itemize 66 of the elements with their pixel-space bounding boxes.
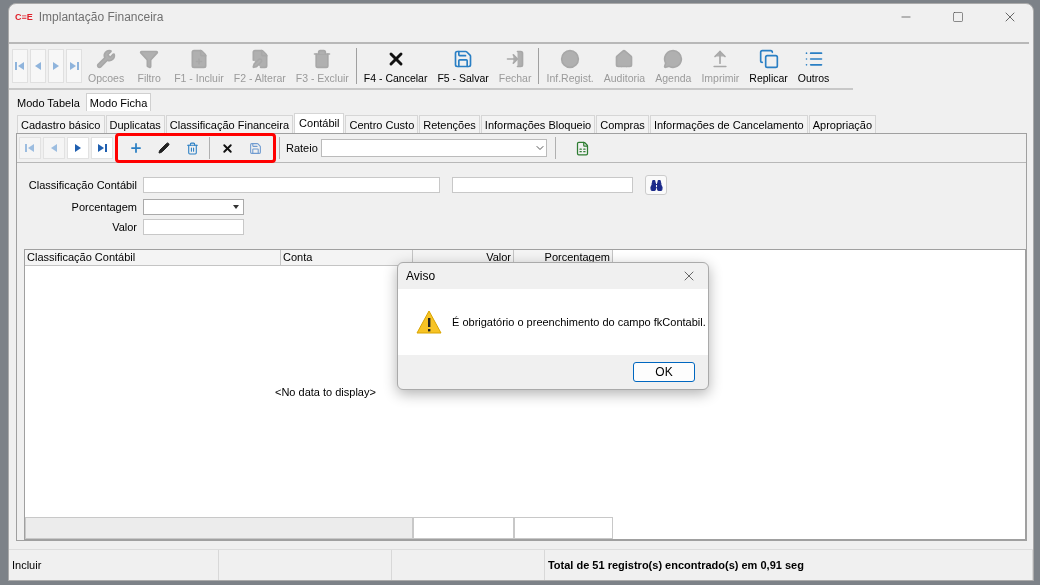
empty-message: <No data to display> <box>275 385 376 398</box>
status-text: Incluir <box>12 559 42 571</box>
trash-icon <box>312 49 333 69</box>
first-icon <box>15 61 25 71</box>
ok-button[interactable]: OK <box>633 362 695 382</box>
mode-tab[interactable]: Modo Tabela <box>13 93 84 111</box>
last-icon <box>97 143 107 153</box>
column-header[interactable]: Classificação Contábil <box>25 250 281 266</box>
tab[interactable]: Classificação Financeira <box>165 115 294 133</box>
input-field[interactable] <box>143 177 440 193</box>
nav-button[interactable] <box>91 137 113 159</box>
tab[interactable]: Apropriação <box>808 115 876 133</box>
rateio-dropdown[interactable] <box>320 139 547 157</box>
search-button[interactable] <box>645 175 667 195</box>
field-label: Valor <box>111 221 137 233</box>
tab[interactable]: Cadastro básico <box>17 115 105 133</box>
tab[interactable]: Informações Bloqueio <box>480 115 596 133</box>
toolbar-button[interactable]: F5 - Salvar <box>432 44 494 88</box>
app-logo: C≡E <box>15 12 33 22</box>
next-icon <box>51 61 61 71</box>
mode-tab[interactable]: Modo Ficha <box>85 93 152 111</box>
rateio-label: Rateio <box>286 142 318 154</box>
tab[interactable]: Informações de Cancelamento <box>649 115 808 133</box>
tab[interactable]: Retenções <box>419 115 480 133</box>
save-icon <box>248 141 262 155</box>
save-icon <box>453 49 474 69</box>
list-icon <box>803 49 824 69</box>
speech-bubble-icon <box>663 49 684 69</box>
dialog-title: Aviso <box>406 269 436 283</box>
toolbar-button[interactable]: Outros <box>792 44 835 88</box>
pencil-icon <box>158 142 170 154</box>
tab[interactable]: Contábil <box>294 113 345 133</box>
caret-icon <box>233 205 239 209</box>
wrench-icon <box>96 49 117 69</box>
last-icon <box>69 61 79 71</box>
first-icon <box>25 143 35 153</box>
file-add-icon <box>189 49 209 69</box>
copy-icon <box>758 49 779 69</box>
window-title: Implantação Financeira <box>38 10 165 24</box>
tab[interactable]: Compras <box>596 115 649 133</box>
binoculars-icon <box>649 178 663 192</box>
warning-icon <box>416 310 442 334</box>
previous-icon <box>49 143 59 153</box>
toolbar-button[interactable]: Replicar <box>744 44 793 88</box>
tab[interactable]: Centro Custo <box>345 115 419 133</box>
field-label: Porcentagem <box>70 201 137 213</box>
input-field[interactable] <box>143 219 244 235</box>
maximize-icon <box>952 11 964 23</box>
close-icon <box>220 141 234 155</box>
status-text: Total de 51 registro(s) encontrado(s) em 0,91 seg <box>547 559 804 571</box>
next-icon <box>73 143 83 153</box>
dialog-message: É obrigatório o preenchimento do campo fkContabil. <box>452 316 706 328</box>
column-header[interactable]: Conta <box>281 250 413 266</box>
previous-icon <box>33 61 43 71</box>
trash-icon <box>185 141 199 155</box>
plus-icon <box>129 141 143 155</box>
field-label: Classificação Contábil <box>27 179 137 191</box>
toolbar-button[interactable]: F4 - Cancelar <box>358 44 433 88</box>
spreadsheet-icon <box>575 140 591 156</box>
tab[interactable]: Duplicatas <box>105 115 165 133</box>
nav-button[interactable] <box>67 137 89 159</box>
dropdown-field[interactable] <box>143 199 244 215</box>
circle-icon <box>560 49 581 69</box>
exit-icon <box>505 49 526 69</box>
input-field[interactable] <box>452 177 633 193</box>
filter-icon <box>139 49 160 69</box>
